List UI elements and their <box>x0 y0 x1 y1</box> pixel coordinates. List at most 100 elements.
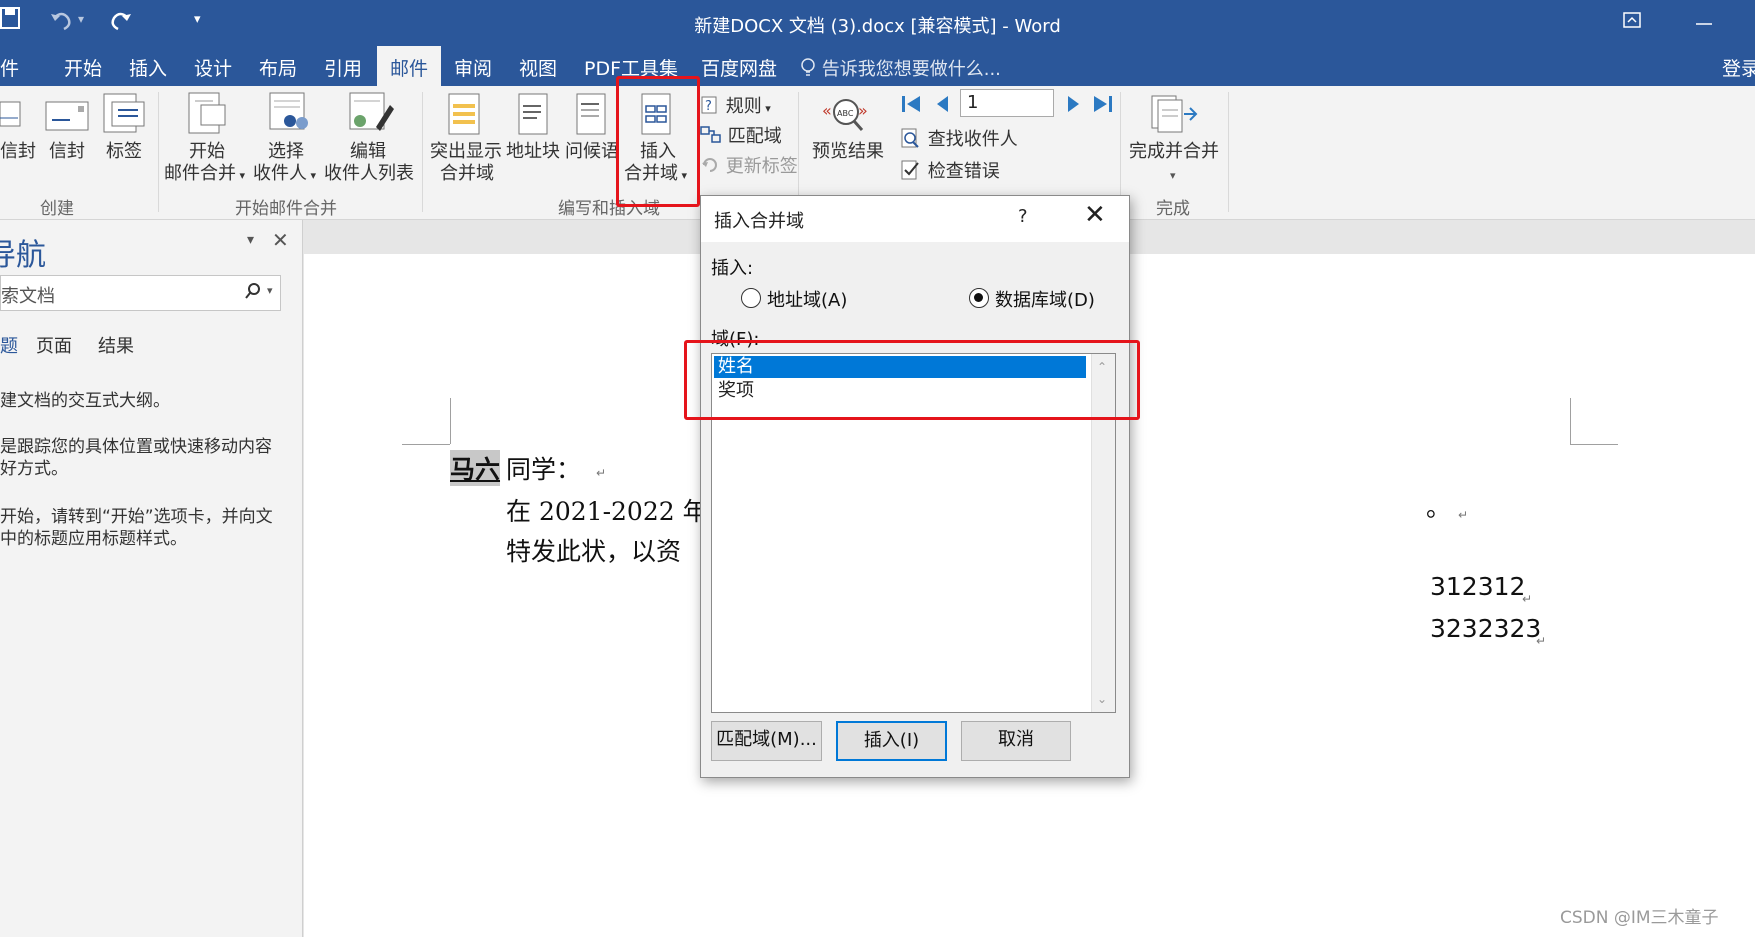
search-dropdown-icon[interactable]: ▾ <box>267 284 273 297</box>
previous-record-icon[interactable] <box>934 93 952 120</box>
envelope-cn-button[interactable]: 信封 <box>0 141 36 163</box>
tab-insert[interactable]: 插入 <box>129 54 167 81</box>
find-recipient-text: 查找收件人 <box>927 129 1018 150</box>
tab-layout[interactable]: 布局 <box>259 54 297 81</box>
start-mail-merge-l2[interactable]: 邮件合并 ▾ <box>164 163 245 187</box>
last-record-icon[interactable] <box>1092 93 1114 120</box>
watermark: CSDN @IM三木童子 <box>1560 908 1719 928</box>
tab-baidu-netdisk[interactable]: 百度网盘 <box>701 54 777 81</box>
search-icon[interactable] <box>244 281 262 306</box>
insert-merge-field-icon <box>640 92 674 143</box>
listbox-scrollbar[interactable]: ⌃ ⌄ <box>1091 354 1115 712</box>
envelope-cn-icon <box>0 92 22 137</box>
svg-text:«: « <box>822 101 832 120</box>
minimize-icon[interactable] <box>1694 4 1714 36</box>
tab-references[interactable]: 引用 <box>324 54 362 81</box>
match-fields-button[interactable]: 匹配域 <box>700 122 782 148</box>
close-icon[interactable]: ✕ <box>272 228 289 252</box>
tab-design[interactable]: 设计 <box>194 54 232 81</box>
find-recipient-button[interactable]: 查找收件人 <box>900 125 1018 151</box>
svg-text:ABC: ABC <box>837 109 854 118</box>
help-icon[interactable]: ? <box>1018 206 1028 227</box>
finish-merge-icon <box>1150 94 1200 141</box>
nav-help-line: 好方式。 <box>0 459 68 479</box>
tab-mailings[interactable]: 邮件 <box>377 46 442 86</box>
edit-recipient-list-l2[interactable]: 收件人列表 <box>324 163 414 185</box>
update-labels-button[interactable]: 更新标签 <box>700 152 798 178</box>
radio-address-fields[interactable] <box>741 288 761 308</box>
radio-database-label[interactable]: 数据库域(D) <box>995 286 1095 312</box>
envelope-icon <box>44 92 92 137</box>
nav-help-line: 开始，请转到“开始”选项卡，并向文 <box>0 507 273 527</box>
tab-home[interactable]: 开始 <box>64 54 102 81</box>
insert-merge-field-l2[interactable]: 合并域 ▾ <box>624 163 687 187</box>
tell-me-box[interactable]: 告诉我您想要做什么... <box>800 55 1001 81</box>
rules-button[interactable]: ? 规则 ▾ <box>700 92 771 118</box>
field-item-name[interactable]: 姓名 <box>714 356 1086 378</box>
radio-database-fields[interactable] <box>969 288 989 308</box>
cancel-button[interactable]: 取消 <box>961 721 1071 761</box>
close-icon[interactable]: ✕ <box>1084 202 1106 228</box>
paragraph-mark: ↵ <box>1536 634 1547 648</box>
merge-field-name[interactable]: 马六 <box>450 450 501 486</box>
record-number-input[interactable]: 1 <box>960 89 1054 117</box>
insert-merge-field-l1[interactable]: 插入 <box>640 141 676 163</box>
nav-help-line: 是跟踪您的具体位置或快速移动内容 <box>0 437 272 457</box>
rules-text: 规则 <box>725 96 762 117</box>
finish-merge-dropdown-icon[interactable]: ▾ <box>1170 165 1176 187</box>
ribbon-separator <box>158 92 159 212</box>
tab-file[interactable]: 件 <box>0 54 19 81</box>
finish-merge-button[interactable]: 完成并合并 <box>1129 141 1219 163</box>
update-labels-text: 更新标签 <box>725 156 798 177</box>
nav-search-placeholder: 索文档 <box>1 286 55 307</box>
start-mail-merge-l1[interactable]: 开始 <box>189 141 225 163</box>
select-recipients-l1[interactable]: 选择 <box>268 141 304 163</box>
margin-corner <box>1570 398 1571 444</box>
tab-pdf-tools[interactable]: PDF工具集 <box>584 54 678 81</box>
match-fields-dialog-button[interactable]: 匹配域(M)... <box>711 721 822 761</box>
scroll-up-icon[interactable]: ⌃ <box>1097 360 1107 374</box>
sign-in-link[interactable]: 登录 <box>1722 54 1755 81</box>
first-record-icon[interactable] <box>900 93 922 120</box>
ribbon-separator <box>798 92 799 212</box>
next-record-icon[interactable] <box>1064 93 1082 120</box>
tab-pages[interactable]: 页面 <box>36 332 72 358</box>
tab-results[interactable]: 结果 <box>98 332 134 358</box>
highlight-merge-fields-l1[interactable]: 突出显示 <box>430 141 502 163</box>
greeting-line-button[interactable]: 问候语 <box>565 141 619 163</box>
tell-me-text: 告诉我您想要做什么... <box>821 59 1001 80</box>
window-title: 新建DOCX 文档 (3).docx [兼容模式] - Word <box>694 16 1061 37</box>
insert-merge-field-dialog: 插入合并域 ? ✕ 插入: 地址域(A) 数据库域(D) 域(F): 姓名 奖项… <box>700 195 1130 778</box>
tab-headings[interactable]: 题 <box>0 332 18 358</box>
start-mail-merge-icon <box>185 91 229 142</box>
nav-help-line: 建文档的交互式大纲。 <box>0 391 170 411</box>
field-item-award[interactable]: 奖项 <box>714 380 1086 402</box>
pane-options-icon[interactable]: ▾ <box>247 232 254 248</box>
edit-recipient-list-l1[interactable]: 编辑 <box>350 141 386 163</box>
insert-button[interactable]: 插入(I) <box>836 721 947 761</box>
fields-listbox[interactable]: 姓名 奖项 ⌃ ⌄ <box>711 353 1116 713</box>
ribbon-display-options-icon[interactable] <box>1622 10 1644 36</box>
scroll-down-icon[interactable]: ⌄ <box>1097 692 1107 706</box>
radio-address-label[interactable]: 地址域(A) <box>767 286 847 312</box>
nav-search-input[interactable]: 索文档 ▾ <box>0 275 281 311</box>
ribbon-separator <box>1228 92 1229 212</box>
select-recipients-l2[interactable]: 收件人 ▾ <box>253 163 316 187</box>
doc-greeting-text: 同学： <box>506 455 582 484</box>
tab-view[interactable]: 视图 <box>519 54 557 81</box>
insert-label: 插入: <box>711 258 754 279</box>
title-bar: ▾ ▾ 新建DOCX 文档 (3).docx [兼容模式] - Word <box>0 0 1755 46</box>
tab-review[interactable]: 审阅 <box>454 54 492 81</box>
address-block-button[interactable]: 地址块 <box>506 141 560 163</box>
labels-button[interactable]: 标签 <box>106 141 142 163</box>
preview-results-button[interactable]: 预览结果 <box>812 141 884 163</box>
envelopes-button[interactable]: 信封 <box>49 141 85 163</box>
ribbon-separator <box>422 92 423 212</box>
dialog-title-bar: 插入合并域 ? ✕ <box>701 196 1129 242</box>
check-errors-button[interactable]: 检查错误 <box>900 157 1000 183</box>
insert-merge-field-text: 合并域 <box>624 163 678 184</box>
labels-icon <box>102 92 146 139</box>
rules-icon: ? <box>701 96 717 114</box>
find-recipient-icon <box>901 128 919 148</box>
highlight-merge-fields-l2[interactable]: 合并域 <box>440 163 494 185</box>
